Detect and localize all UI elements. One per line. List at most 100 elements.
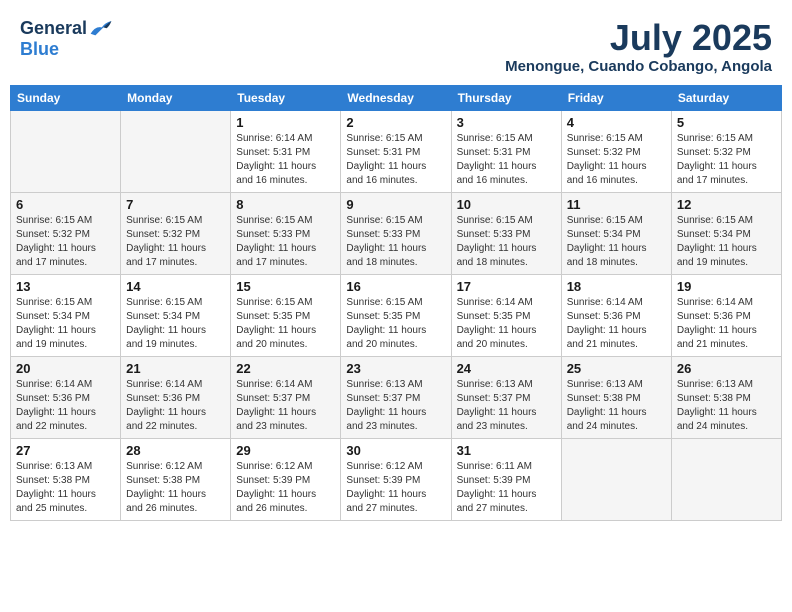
day-info: Sunrise: 6:15 AMSunset: 5:31 PMDaylight:…	[457, 132, 556, 188]
day-number: 5	[677, 115, 776, 130]
day-number: 15	[236, 279, 335, 294]
weekday-header-row: SundayMondayTuesdayWednesdayThursdayFrid…	[11, 85, 782, 110]
calendar-cell: 18 Sunrise: 6:14 AMSunset: 5:36 PMDayligh…	[561, 274, 671, 356]
calendar-cell: 13Sunrise: 6:15 AMSunset: 5:34 PMDayligh…	[11, 274, 121, 356]
day-number: 29	[236, 443, 335, 458]
calendar-cell: 22Sunrise: 6:14 AMSunset: 5:37 PMDayligh…	[231, 356, 341, 438]
day-info: Sunrise: 6:14 AMSunset: 5:36 PMDaylight:…	[567, 296, 666, 352]
calendar-cell: 19 Sunrise: 6:14 AMSunset: 5:36 PMDayligh…	[671, 274, 781, 356]
calendar-cell: 1Sunrise: 6:14 AMSunset: 5:31 PMDaylight…	[231, 110, 341, 192]
day-number: 6	[16, 197, 115, 212]
calendar-cell: 5 Sunrise: 6:15 AMSunset: 5:32 PMDaylight…	[671, 110, 781, 192]
calendar-cell: 15 Sunrise: 6:15 AMSunset: 5:35 PMDayligh…	[231, 274, 341, 356]
day-info: Sunrise: 6:15 AMSunset: 5:35 PMDaylight:…	[236, 296, 335, 352]
day-info: Sunrise: 6:15 AMSunset: 5:32 PMDaylight:…	[126, 214, 225, 270]
day-info: Sunrise: 6:15 AMSunset: 5:32 PMDaylight:…	[567, 132, 666, 188]
day-number: 28	[126, 443, 225, 458]
calendar-cell: 12 Sunrise: 6:15 AMSunset: 5:34 PMDayligh…	[671, 192, 781, 274]
calendar-cell: 10 Sunrise: 6:15 AMSunset: 5:33 PMDayligh…	[451, 192, 561, 274]
day-info: Sunrise: 6:15 AMSunset: 5:32 PMDaylight:…	[677, 132, 776, 188]
day-info: Sunrise: 6:13 AMSunset: 5:38 PMDaylight:…	[16, 460, 115, 516]
day-number: 9	[346, 197, 445, 212]
day-info: Sunrise: 6:15 AMSunset: 5:34 PMDaylight:…	[677, 214, 776, 270]
calendar-cell	[671, 438, 781, 520]
week-row-2: 6 Sunrise: 6:15 AMSunset: 5:32 PMDaylight…	[11, 192, 782, 274]
weekday-header-thursday: Thursday	[451, 85, 561, 110]
day-info: Sunrise: 6:14 AMSunset: 5:36 PMDaylight:…	[126, 378, 225, 434]
day-info: Sunrise: 6:12 AMSunset: 5:39 PMDaylight:…	[346, 460, 445, 516]
calendar-cell: 6Sunrise: 6:15 AMSunset: 5:32 PMDaylight…	[11, 192, 121, 274]
day-info: Sunrise: 6:15 AMSunset: 5:33 PMDaylight:…	[346, 214, 445, 270]
logo-blue-text: Blue	[20, 39, 59, 60]
day-number: 11	[567, 197, 666, 212]
day-info: Sunrise: 6:11 AMSunset: 5:39 PMDaylight:…	[457, 460, 556, 516]
day-info: Sunrise: 6:13 AMSunset: 5:38 PMDaylight:…	[567, 378, 666, 434]
day-number: 21	[126, 361, 225, 376]
location-title: Menongue, Cuando Cobango, Angola	[505, 58, 772, 75]
day-info: Sunrise: 6:14 AMSunset: 5:36 PMDaylight:…	[677, 296, 776, 352]
day-number: 30	[346, 443, 445, 458]
day-number: 13	[16, 279, 115, 294]
calendar-cell: 11 Sunrise: 6:15 AMSunset: 5:34 PMDayligh…	[561, 192, 671, 274]
day-number: 25	[567, 361, 666, 376]
day-number: 8	[236, 197, 335, 212]
day-number: 10	[457, 197, 556, 212]
calendar-cell	[561, 438, 671, 520]
day-number: 7	[126, 197, 225, 212]
calendar-cell: 21 Sunrise: 6:14 AMSunset: 5:36 PMDayligh…	[121, 356, 231, 438]
calendar-cell: 23 Sunrise: 6:13 AMSunset: 5:37 PMDayligh…	[341, 356, 451, 438]
calendar-cell: 17 Sunrise: 6:14 AMSunset: 5:35 PMDayligh…	[451, 274, 561, 356]
day-info: Sunrise: 6:14 AMSunset: 5:35 PMDaylight:…	[457, 296, 556, 352]
day-info: Sunrise: 6:15 AMSunset: 5:35 PMDaylight:…	[346, 296, 445, 352]
calendar-cell	[11, 110, 121, 192]
day-number: 18	[567, 279, 666, 294]
day-info: Sunrise: 6:12 AMSunset: 5:39 PMDaylight:…	[236, 460, 335, 516]
calendar-cell: 31Sunrise: 6:11 AMSunset: 5:39 PMDayligh…	[451, 438, 561, 520]
weekday-header-tuesday: Tuesday	[231, 85, 341, 110]
day-number: 2	[346, 115, 445, 130]
month-title: July 2025	[505, 18, 772, 58]
day-number: 23	[346, 361, 445, 376]
calendar-cell	[121, 110, 231, 192]
day-number: 17	[457, 279, 556, 294]
calendar-cell: 7 Sunrise: 6:15 AMSunset: 5:32 PMDaylight…	[121, 192, 231, 274]
day-info: Sunrise: 6:15 AMSunset: 5:33 PMDaylight:…	[236, 214, 335, 270]
day-number: 27	[16, 443, 115, 458]
day-info: Sunrise: 6:14 AMSunset: 5:31 PMDaylight:…	[236, 132, 335, 188]
day-info: Sunrise: 6:14 AMSunset: 5:37 PMDaylight:…	[236, 378, 335, 434]
day-info: Sunrise: 6:15 AMSunset: 5:31 PMDaylight:…	[346, 132, 445, 188]
day-info: Sunrise: 6:15 AMSunset: 5:34 PMDaylight:…	[126, 296, 225, 352]
calendar-cell: 16 Sunrise: 6:15 AMSunset: 5:35 PMDayligh…	[341, 274, 451, 356]
day-number: 12	[677, 197, 776, 212]
calendar-cell: 30 Sunrise: 6:12 AMSunset: 5:39 PMDayligh…	[341, 438, 451, 520]
calendar-cell: 9 Sunrise: 6:15 AMSunset: 5:33 PMDaylight…	[341, 192, 451, 274]
day-number: 19	[677, 279, 776, 294]
logo: General Blue	[20, 18, 113, 60]
week-row-4: 20 Sunrise: 6:14 AMSunset: 5:36 PMDayligh…	[11, 356, 782, 438]
week-row-1: 1Sunrise: 6:14 AMSunset: 5:31 PMDaylight…	[11, 110, 782, 192]
logo-bird-icon	[89, 19, 113, 39]
logo-general-text: General	[20, 18, 87, 39]
day-info: Sunrise: 6:15 AMSunset: 5:33 PMDaylight:…	[457, 214, 556, 270]
day-info: Sunrise: 6:15 AMSunset: 5:34 PMDaylight:…	[567, 214, 666, 270]
day-number: 16	[346, 279, 445, 294]
calendar-table: SundayMondayTuesdayWednesdayThursdayFrid…	[10, 85, 782, 521]
title-area: July 2025 Menongue, Cuando Cobango, Ango…	[505, 18, 772, 75]
week-row-5: 27 Sunrise: 6:13 AMSunset: 5:38 PMDayligh…	[11, 438, 782, 520]
day-info: Sunrise: 6:14 AMSunset: 5:36 PMDaylight:…	[16, 378, 115, 434]
day-number: 3	[457, 115, 556, 130]
day-number: 4	[567, 115, 666, 130]
weekday-header-friday: Friday	[561, 85, 671, 110]
calendar-cell: 29 Sunrise: 6:12 AMSunset: 5:39 PMDayligh…	[231, 438, 341, 520]
calendar-cell: 4 Sunrise: 6:15 AMSunset: 5:32 PMDaylight…	[561, 110, 671, 192]
weekday-header-saturday: Saturday	[671, 85, 781, 110]
day-info: Sunrise: 6:13 AMSunset: 5:37 PMDaylight:…	[457, 378, 556, 434]
day-info: Sunrise: 6:13 AMSunset: 5:38 PMDaylight:…	[677, 378, 776, 434]
calendar-cell: 3 Sunrise: 6:15 AMSunset: 5:31 PMDaylight…	[451, 110, 561, 192]
day-number: 20	[16, 361, 115, 376]
day-info: Sunrise: 6:12 AMSunset: 5:38 PMDaylight:…	[126, 460, 225, 516]
day-info: Sunrise: 6:13 AMSunset: 5:37 PMDaylight:…	[346, 378, 445, 434]
calendar-cell: 8 Sunrise: 6:15 AMSunset: 5:33 PMDaylight…	[231, 192, 341, 274]
calendar-cell: 2 Sunrise: 6:15 AMSunset: 5:31 PMDaylight…	[341, 110, 451, 192]
weekday-header-monday: Monday	[121, 85, 231, 110]
